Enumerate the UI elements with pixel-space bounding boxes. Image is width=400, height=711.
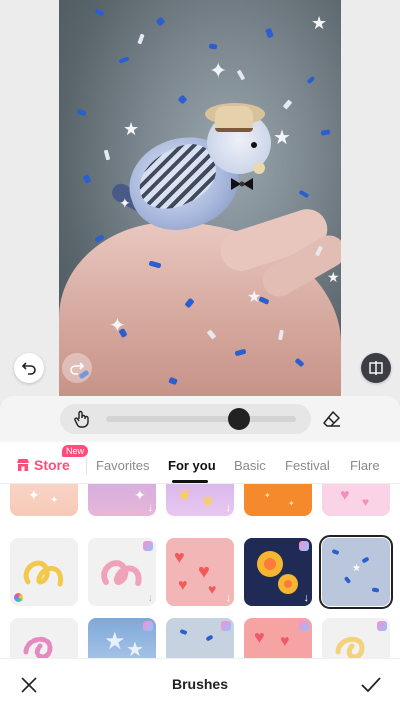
store-label: Store xyxy=(34,457,70,473)
brush-tile[interactable]: ♥ ♥ xyxy=(322,484,390,516)
confetti-piece xyxy=(94,8,105,17)
active-tab-indicator xyxy=(172,480,208,483)
star-sparkle: ★ xyxy=(247,289,262,306)
brush-grid: ✦ ✦ ✦ ↓ ❦ ❦ ↓ ✦ ✦ ♥ ♥ ↓ ♥ ♥ ♥ ♥ ↓ ↓ ★ ★ … xyxy=(0,484,400,662)
brush-tile[interactable]: ↓ xyxy=(88,538,156,606)
tab-basic[interactable]: Basic xyxy=(234,458,266,473)
swirl-icon xyxy=(23,636,53,660)
download-icon: ↓ xyxy=(147,502,154,514)
confetti-piece xyxy=(103,149,111,161)
brushes-editor-screen: ✦ ★ ★ ★ ✦ ★ ✦ ★ Store New Favorites For … xyxy=(0,0,400,711)
brush-tile[interactable]: ★ ★ xyxy=(88,618,156,662)
premium-gem-icon xyxy=(299,541,309,551)
brush-tile[interactable] xyxy=(322,618,390,662)
star-sparkle: ★ xyxy=(273,127,291,149)
tab-flare[interactable]: Flare xyxy=(350,458,380,473)
redo-button[interactable] xyxy=(62,353,92,383)
confetti-piece xyxy=(118,56,130,64)
store-icon xyxy=(17,459,29,471)
star-sparkle: ✦ xyxy=(119,195,131,211)
confetti-piece xyxy=(236,69,246,81)
premium-gem-icon xyxy=(299,621,309,631)
star-sparkle: ★ xyxy=(311,13,328,33)
store-tab[interactable]: Store xyxy=(16,457,70,473)
eraser-icon[interactable] xyxy=(322,409,342,434)
brush-size-knob[interactable] xyxy=(228,408,250,430)
category-tabs: Store New Favorites For you Basic Festiv… xyxy=(0,445,400,484)
brush-size-row xyxy=(0,396,400,442)
hand-pointer-icon[interactable] xyxy=(72,409,92,434)
brush-tile[interactable]: ↓ xyxy=(244,538,312,606)
confetti-piece xyxy=(208,43,218,50)
brush-tile[interactable] xyxy=(10,618,78,662)
brush-tile[interactable]: ♥ ♥ xyxy=(244,618,312,662)
new-badge: New xyxy=(62,445,89,457)
brush-tile[interactable]: ❦ ❦ ↓ xyxy=(166,484,234,516)
confetti-piece xyxy=(306,75,316,85)
bowtie-sticker xyxy=(231,178,253,190)
redo-arrow-icon xyxy=(70,362,85,375)
download-icon: ↓ xyxy=(225,592,232,604)
color-dot xyxy=(14,593,23,602)
panel-title: Brushes xyxy=(171,676,229,692)
confetti-piece xyxy=(282,99,293,110)
confirm-button[interactable] xyxy=(359,673,383,697)
compare-icon xyxy=(369,361,383,375)
undo-arrow-icon xyxy=(21,362,36,375)
confetti-piece xyxy=(320,129,331,136)
brush-tile[interactable]: ✦ ✦ xyxy=(10,484,78,516)
star-sparkle: ★ xyxy=(327,269,340,285)
undo-button[interactable] xyxy=(14,353,44,383)
premium-gem-icon xyxy=(143,621,153,631)
star-sparkle: ★ xyxy=(123,119,140,139)
confetti-piece xyxy=(82,174,92,184)
confetti-piece xyxy=(76,108,87,117)
tab-for-you[interactable]: For you xyxy=(168,458,216,473)
confetti-piece xyxy=(137,33,145,45)
brushes-panel: Store New Favorites For you Basic Festiv… xyxy=(0,396,400,711)
brush-tile-selected[interactable]: ★ xyxy=(319,535,393,609)
download-icon: ↓ xyxy=(303,592,310,604)
compare-button[interactable] xyxy=(361,353,391,383)
bird-beak xyxy=(253,162,265,174)
bird-eye xyxy=(251,142,257,148)
confetti-piece xyxy=(155,16,166,27)
brush-tile[interactable] xyxy=(10,538,78,606)
star-sparkle: ✦ xyxy=(109,315,126,337)
bottom-bar: Brushes xyxy=(0,658,400,711)
brush-tile[interactable] xyxy=(166,618,234,662)
confetti-piece xyxy=(265,27,274,39)
brush-tile[interactable]: ✦ ✦ xyxy=(244,484,312,516)
brush-size-slider[interactable] xyxy=(106,416,296,422)
download-icon: ↓ xyxy=(147,592,154,604)
premium-gem-icon xyxy=(377,621,387,631)
brush-tile[interactable]: ♥ ♥ ♥ ♥ ↓ xyxy=(166,538,234,606)
download-icon: ↓ xyxy=(225,502,232,514)
tab-favorites[interactable]: Favorites xyxy=(96,458,149,473)
star-sparkle: ✦ xyxy=(209,58,228,83)
brush-tile[interactable]: ✦ ↓ xyxy=(88,484,156,516)
confetti-piece xyxy=(298,189,310,199)
premium-gem-icon xyxy=(221,621,231,631)
tab-divider xyxy=(86,458,87,474)
photo-canvas[interactable]: ✦ ★ ★ ★ ✦ ★ ✦ ★ xyxy=(59,0,341,396)
tab-festival[interactable]: Festival xyxy=(285,458,330,473)
premium-gem-icon xyxy=(143,541,153,551)
checkmark-icon xyxy=(361,677,381,693)
confetti-piece xyxy=(177,94,188,105)
hat-crown xyxy=(215,106,253,132)
